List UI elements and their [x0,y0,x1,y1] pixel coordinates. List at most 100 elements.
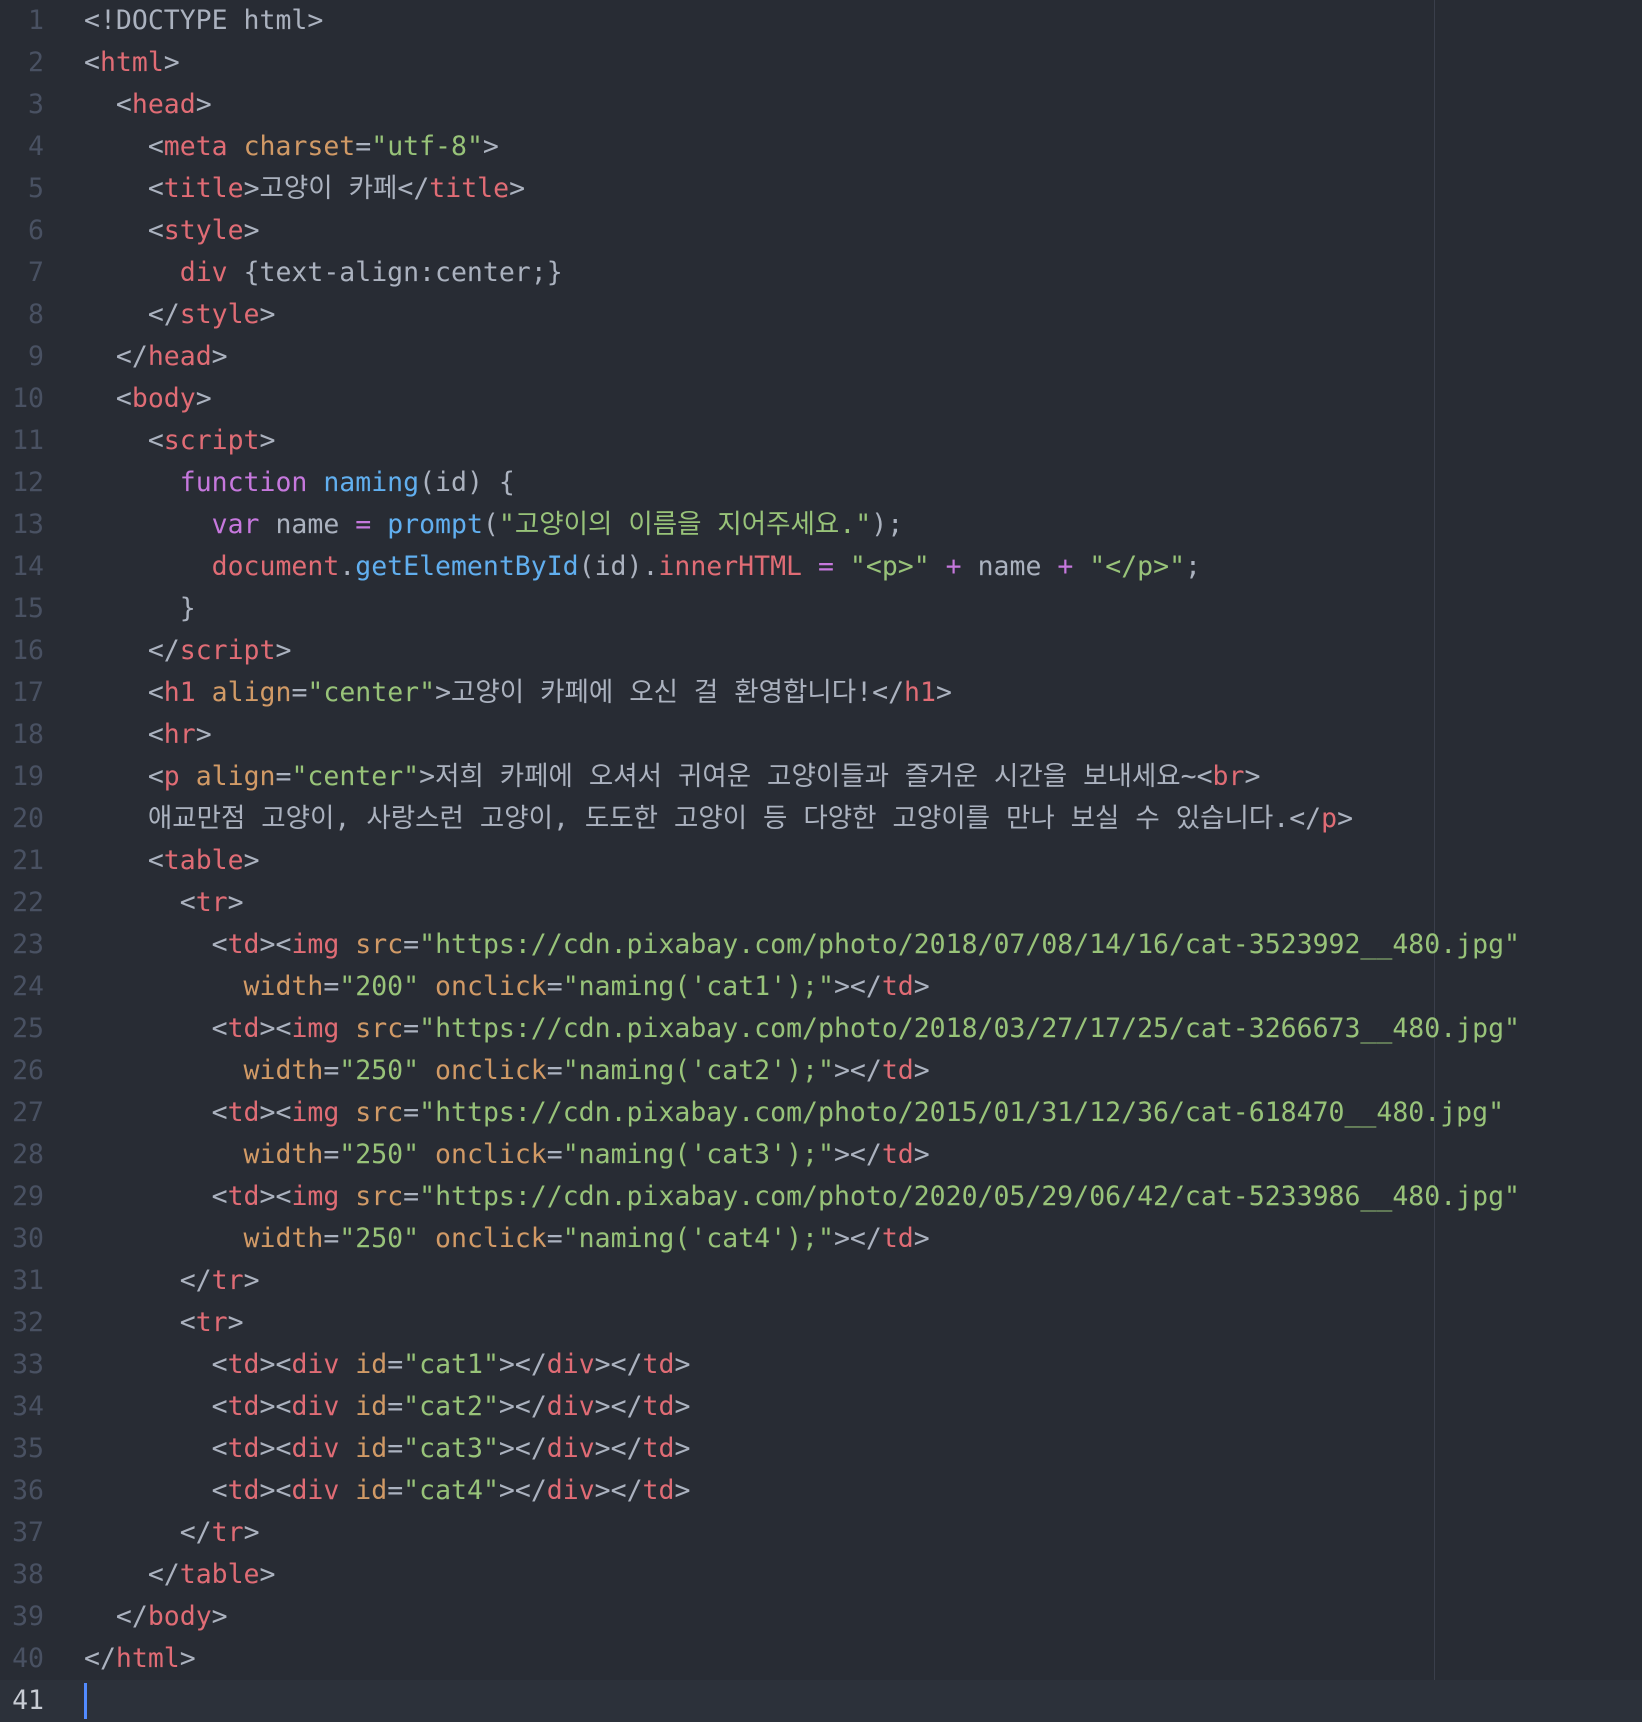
line-text[interactable]: </html> [84,1638,196,1680]
line-text[interactable]: width="250" onclick="naming('cat3');"></… [84,1134,930,1176]
code-line[interactable]: 25 <td><img src="https://cdn.pixabay.com… [0,1008,1642,1050]
code-line[interactable]: 12 function naming(id) { [0,462,1642,504]
code-token: id [355,1391,388,1422]
code-area[interactable]: 1 <!DOCTYPE html> 2 <html> 3 <head> 4 <meta c… [0,0,1642,1722]
line-text[interactable]: <td><img src="https://cdn.pixabay.com/ph… [84,1008,1520,1050]
code-line[interactable]: 21 <table> [0,840,1642,882]
line-number: 35 [12,1433,44,1464]
code-line[interactable]: 18 <hr> [0,714,1642,756]
line-text[interactable]: <script> [84,420,276,462]
code-line[interactable]: 24 width="200" onclick="naming('cat1');"… [0,966,1642,1008]
code-line[interactable]: 22 <tr> [0,882,1642,924]
code-line[interactable]: 41 [0,1680,1642,1722]
line-text[interactable]: </style> [84,294,276,336]
code-line[interactable]: 36 <td><div id="cat4"></div></td> [0,1470,1642,1512]
code-token: body [147,1601,212,1632]
code-token: div [546,1349,595,1380]
line-text[interactable]: <meta charset="utf-8"> [84,126,499,168]
line-text[interactable]: <td><img src="https://cdn.pixabay.com/ph… [84,1176,1520,1218]
line-text[interactable]: <title>고양이 카페</title> [84,168,525,210]
code-line[interactable]: 29 <td><img src="https://cdn.pixabay.com… [0,1176,1642,1218]
code-line[interactable]: 26 width="250" onclick="naming('cat2');"… [0,1050,1642,1092]
code-line[interactable]: 8 </style> [0,294,1642,336]
code-line[interactable]: 13 var name = prompt("고양이의 이름을 지어주세요."); [0,504,1642,546]
line-text[interactable]: div {text-align:center;} [84,252,563,294]
code-line[interactable]: 4 <meta charset="utf-8"> [0,126,1642,168]
line-text[interactable]: width="250" onclick="naming('cat2');"></… [84,1050,930,1092]
code-line[interactable]: 31 </tr> [0,1260,1642,1302]
line-text[interactable]: <table> [84,840,260,882]
code-line[interactable]: 30 width="250" onclick="naming('cat4');"… [0,1218,1642,1260]
line-text[interactable]: <h1 align="center">고양이 카페에 오신 걸 환영합니다!</… [84,672,952,714]
line-text[interactable]: <html> [84,42,180,84]
code-line[interactable]: 35 <td><div id="cat3"></div></td> [0,1428,1642,1470]
line-text[interactable]: var name = prompt("고양이의 이름을 지어주세요."); [84,504,904,546]
code-line[interactable]: 39 </body> [0,1596,1642,1638]
line-text[interactable]: 애교만점 고양이, 사랑스런 고양이, 도도한 고양이 등 다양한 고양이를 만… [84,798,1353,840]
code-line[interactable]: 3 <head> [0,84,1642,126]
line-text[interactable]: </script> [84,630,292,672]
line-text[interactable]: <td><div id="cat1"></div></td> [84,1344,691,1386]
code-line[interactable]: 40 </html> [0,1638,1642,1680]
line-text[interactable]: <!DOCTYPE html> [84,0,323,42]
line-text[interactable]: </tr> [84,1512,260,1554]
code-line[interactable]: 19 <p align="center">저희 카페에 오셔서 귀여운 고양이들… [0,756,1642,798]
line-text[interactable]: width="200" onclick="naming('cat1');"></… [84,966,930,1008]
code-line[interactable]: 34 <td><div id="cat2"></div></td> [0,1386,1642,1428]
code-line[interactable]: 2 <html> [0,42,1642,84]
line-text[interactable]: <td><img src="https://cdn.pixabay.com/ph… [84,1092,1504,1134]
code-token: "cat2" [403,1391,499,1422]
line-text[interactable]: } [84,588,196,630]
code-token: td [642,1433,675,1464]
line-text[interactable]: <td><div id="cat4"></div></td> [84,1470,691,1512]
line-text[interactable]: document.getElementById(id).innerHTML = … [84,546,1201,588]
code-line[interactable]: 17 <h1 align="center">고양이 카페에 오신 걸 환영합니다… [0,672,1642,714]
code-line[interactable]: 9 </head> [0,336,1642,378]
code-line[interactable]: 6 <style> [0,210,1642,252]
line-text[interactable]: </body> [84,1596,228,1638]
code-line[interactable]: 33 <td><div id="cat1"></div></td> [0,1344,1642,1386]
code-line[interactable]: 27 <td><img src="https://cdn.pixabay.com… [0,1092,1642,1134]
code-token: "cat1" [403,1349,499,1380]
code-editor[interactable]: 1 <!DOCTYPE html> 2 <html> 3 <head> 4 <meta c… [0,0,1642,1722]
code-token: > [674,1349,691,1380]
code-line[interactable]: 37 </tr> [0,1512,1642,1554]
code-line[interactable]: 32 <tr> [0,1302,1642,1344]
line-text[interactable]: </tr> [84,1260,260,1302]
line-text[interactable]: <p align="center">저희 카페에 오셔서 귀여운 고양이들과 즐… [84,756,1261,798]
line-text[interactable]: <style> [84,210,260,252]
line-text[interactable]: <td><div id="cat2"></div></td> [84,1386,691,1428]
line-text[interactable]: <body> [84,378,212,420]
code-line[interactable]: 10 <body> [0,378,1642,420]
code-line[interactable]: 11 <script> [0,420,1642,462]
code-line[interactable]: 38 </table> [0,1554,1642,1596]
line-number: 33 [12,1349,44,1380]
code-line[interactable]: 5 <title>고양이 카페</title> [0,168,1642,210]
code-token: img [291,1181,340,1212]
code-token: ></ [833,1055,882,1086]
code-token: style [163,215,244,246]
line-text[interactable]: <tr> [84,1302,244,1344]
code-line[interactable]: 16 </script> [0,630,1642,672]
code-line[interactable]: 15 } [0,588,1642,630]
code-line[interactable]: 28 width="250" onclick="naming('cat3');"… [0,1134,1642,1176]
line-text[interactable]: <head> [84,84,212,126]
line-text[interactable]: <tr> [84,882,244,924]
line-text[interactable]: width="250" onclick="naming('cat4');"></… [84,1218,930,1260]
code-line[interactable]: 20 애교만점 고양이, 사랑스런 고양이, 도도한 고양이 등 다양한 고양이… [0,798,1642,840]
line-text[interactable]: <td><img src="https://cdn.pixabay.com/ph… [84,924,1520,966]
line-text[interactable]: function naming(id) { [84,462,515,504]
code-line[interactable]: 1 <!DOCTYPE html> [0,0,1642,42]
line-text[interactable]: <hr> [84,714,212,756]
code-token: img [291,1097,340,1128]
code-line[interactable]: 14 document.getElementById(id).innerHTML… [0,546,1642,588]
code-line[interactable]: 23 <td><img src="https://cdn.pixabay.com… [0,924,1642,966]
line-number: 21 [12,845,44,876]
line-text[interactable]: </head> [84,336,228,378]
line-text[interactable]: <td><div id="cat3"></div></td> [84,1428,691,1470]
line-text[interactable]: </table> [84,1554,276,1596]
code-line[interactable]: 7 div {text-align:center;} [0,252,1642,294]
